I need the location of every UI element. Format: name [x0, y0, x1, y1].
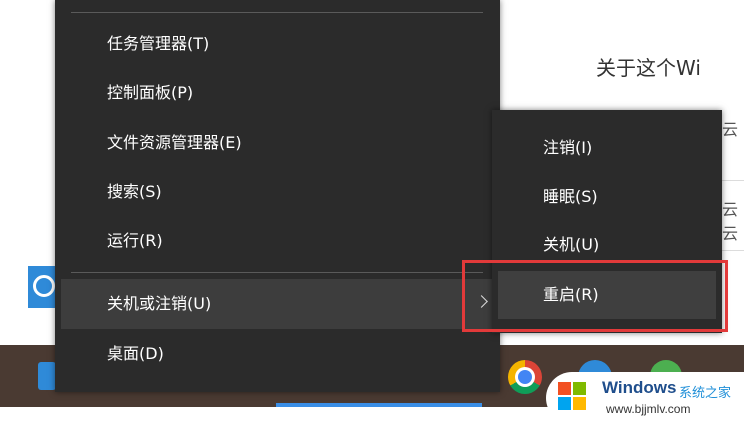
- chrome-icon[interactable]: [508, 360, 542, 394]
- menu-separator: [71, 12, 483, 13]
- taskbar-active-indicator: [276, 403, 482, 407]
- page-heading: 关于这个Wi: [596, 56, 701, 80]
- submenu-item-restart[interactable]: 重启(R): [498, 271, 716, 319]
- menu-item-label: 关机或注销(U): [107, 294, 212, 313]
- menu-item-file-explorer[interactable]: 文件资源管理器(E): [55, 118, 500, 168]
- menu-item-control-panel[interactable]: 控制面板(P): [55, 68, 500, 118]
- menu-item-shutdown-or-signout[interactable]: 关机或注销(U): [61, 279, 500, 329]
- menu-item-desktop[interactable]: 桌面(D): [55, 329, 500, 379]
- cortana-icon[interactable]: [28, 266, 58, 308]
- winx-context-menu: 任务管理器(T) 控制面板(P) 文件资源管理器(E) 搜索(S) 运行(R) …: [55, 0, 500, 392]
- divider: [722, 180, 744, 181]
- shutdown-submenu: 注销(I) 睡眠(S) 关机(U) 重启(R): [492, 110, 722, 333]
- page-text-fragment: 云: [722, 224, 739, 243]
- submenu-item-sleep[interactable]: 睡眠(S): [492, 173, 722, 221]
- site-watermark: Windows 系统之家 www.bjjmlv.com: [546, 372, 744, 424]
- divider: [722, 250, 744, 251]
- chevron-right-icon: [475, 295, 488, 308]
- menu-item-task-manager[interactable]: 任务管理器(T): [55, 19, 500, 69]
- menu-separator: [71, 272, 483, 273]
- windows-logo-icon: [558, 382, 588, 412]
- submenu-item-shutdown[interactable]: 关机(U): [492, 221, 722, 269]
- page-text-fragment: 云: [722, 120, 739, 139]
- menu-item-search[interactable]: 搜索(S): [55, 167, 500, 217]
- page-text-fragment: 云: [722, 200, 739, 219]
- menu-item-run[interactable]: 运行(R): [55, 216, 500, 266]
- watermark-subtitle: 系统之家: [679, 386, 732, 401]
- watermark-title: Windows: [602, 378, 677, 397]
- watermark-url: www.bjjmlv.com: [606, 402, 691, 416]
- start-button-icon[interactable]: [38, 362, 56, 390]
- submenu-item-sign-out[interactable]: 注销(I): [492, 124, 722, 172]
